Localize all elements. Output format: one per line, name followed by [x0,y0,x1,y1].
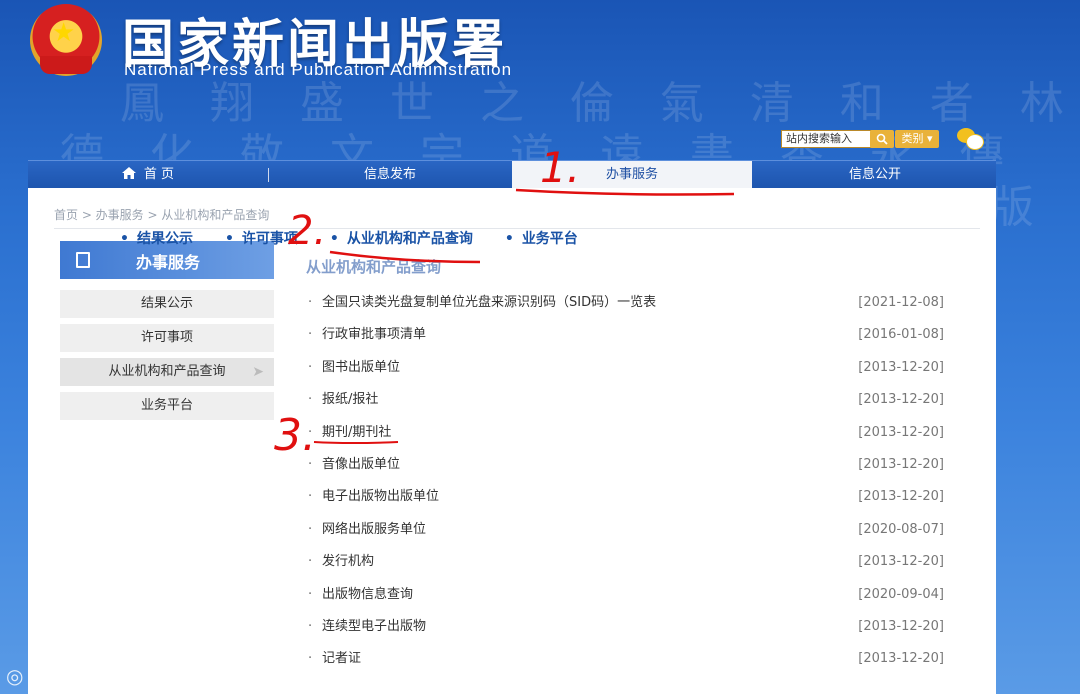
sidebar-heading-label: 办事服务 [136,253,201,272]
list-item-date: [2013-12-20] [858,619,944,634]
nav-item-info-release[interactable]: 信息发布 [270,161,510,189]
list-item-title[interactable]: 连续型电子出版物 [322,616,426,638]
list-item-title[interactable]: 全国只读类光盘复制单位光盘来源识别码（SID码）一览表 [322,292,656,314]
site-title-english: National Press and Publication Administr… [124,60,513,79]
list-item[interactable]: · 图书出版单位 [2013-12-20] [308,357,944,379]
category-label: 类别 [901,132,924,145]
bullet: · [308,359,313,375]
nav-item-home-label: 首 页 [143,167,175,182]
bullet: · [308,457,313,472]
sub-nav-results[interactable]: 结果公示 [120,228,193,248]
section-title: 从业机构和产品查询 [306,258,442,276]
watermark-logo-icon: ◎ [6,664,24,688]
nav-separator [268,168,269,182]
bullet: · [308,586,313,602]
sidebar-item-institutions[interactable]: 从业机构和产品查询 ➤ [60,358,274,386]
bullet: · [308,392,313,408]
list-item-title[interactable]: 电子出版物出版单位 [322,486,439,508]
breadcrumb: 首页 > 办事服务 > 从业机构和产品查询 [54,208,270,222]
wechat-icon[interactable] [957,128,984,150]
search-input[interactable]: 站内搜索输入 [781,130,877,148]
list-item-date: [2013-12-20] [858,424,944,440]
list-item-date: [2013-12-20] [858,392,944,408]
list-item[interactable]: · 记者证 [2013-12-20] [308,648,944,670]
chevron-right-icon: ➤ [252,364,264,380]
bullet: · [308,327,313,343]
bullet: · [308,295,313,310]
list-item-title[interactable]: 报纸/报社 [322,389,378,411]
list-item[interactable]: · 电子出版物出版单位 [2013-12-20] [308,486,944,508]
bullet: · [308,554,313,570]
list-item[interactable]: · 发行机构 [2013-12-20] [308,551,944,573]
list-item-date: [2013-12-20] [858,489,944,505]
sub-nav-platform[interactable]: 业务平台 [505,228,578,248]
list-item-title[interactable]: 网络出版服务单位 [322,519,426,541]
list-item-date: [2020-08-07] [858,521,944,537]
list-item[interactable]: · 网络出版服务单位 [2020-08-07] [308,519,944,541]
list-item-date: [2013-12-20] [858,651,944,667]
list-item[interactable]: · 全国只读类光盘复制单位光盘来源识别码（SID码）一览表 [2021-12-08] [308,292,944,314]
search-button[interactable] [870,130,894,148]
search-icon [876,133,888,145]
bullet: · [308,521,313,537]
list-item[interactable]: · 音像出版单位 [2013-12-20] [308,454,944,476]
nav-item-home[interactable]: 首 页 [28,161,268,189]
sub-nav-institutions[interactable]: 从业机构和产品查询 [330,228,473,248]
list-item-date: [2013-12-20] [858,457,944,472]
nav-item-info-disclosure[interactable]: 信息公开 [754,161,996,189]
list-item-title[interactable]: 图书出版单位 [322,357,400,379]
national-emblem-icon: ★ [30,4,102,76]
bullet: · [308,619,313,634]
home-icon [121,167,136,179]
nav-item-services[interactable]: 办事服务 [512,161,752,189]
sidebar-item-results[interactable]: 结果公示 [60,290,274,318]
list-item[interactable]: · 行政审批事项清单 [2016-01-08] [308,324,944,346]
list-item-title[interactable]: 发行机构 [322,551,374,573]
sub-nav-licensing[interactable]: 许可事项 [225,228,298,248]
list-item-date: [2016-01-08] [858,327,944,343]
list-item-date: [2021-12-08] [858,295,944,310]
watermark: ◎ 大数跨境 [6,660,110,689]
main-nav: 首 页 信息发布 办事服务 信息公开 [28,160,996,189]
list-item[interactable]: · 报纸/报社 [2013-12-20] [308,389,944,411]
watermark-text: 大数跨境 [30,664,111,688]
caret-down-icon: ▾ [926,132,933,145]
list-item-date: [2013-12-20] [858,554,944,570]
bullet: · [308,651,313,667]
sub-nav: 结果公示 许可事项 从业机构和产品查询 业务平台 [120,228,610,248]
list-item[interactable]: · 出版物信息查询 [2020-09-04] [308,584,944,606]
list-item-title[interactable]: 期刊/期刊社 [322,422,391,444]
sidebar-item-institutions-label: 从业机构和产品查询 [108,364,226,379]
list-item-date: [2013-12-20] [858,359,944,375]
category-dropdown[interactable]: 类别 ▾ [895,130,939,148]
bullet: · [308,489,313,505]
list-item-title[interactable]: 行政审批事项清单 [322,324,426,346]
list-item[interactable]: · 期刊/期刊社 [2013-12-20] [308,422,944,444]
content-panel: 首页 > 办事服务 > 从业机构和产品查询 办事服务 结果公示 许可事项 从业机… [28,188,996,694]
list-item-title[interactable]: 出版物信息查询 [322,584,413,606]
list-item[interactable]: · 连续型电子出版物 [2013-12-20] [308,616,944,638]
document-icon [76,252,90,268]
sidebar-item-licensing[interactable]: 许可事项 [60,324,274,352]
list-item-date: [2020-09-04] [858,586,944,602]
sidebar-item-platform[interactable]: 业务平台 [60,392,274,420]
list-item-title[interactable]: 记者证 [322,648,361,670]
list-item-title[interactable]: 音像出版单位 [322,454,400,476]
bullet: · [308,424,313,440]
